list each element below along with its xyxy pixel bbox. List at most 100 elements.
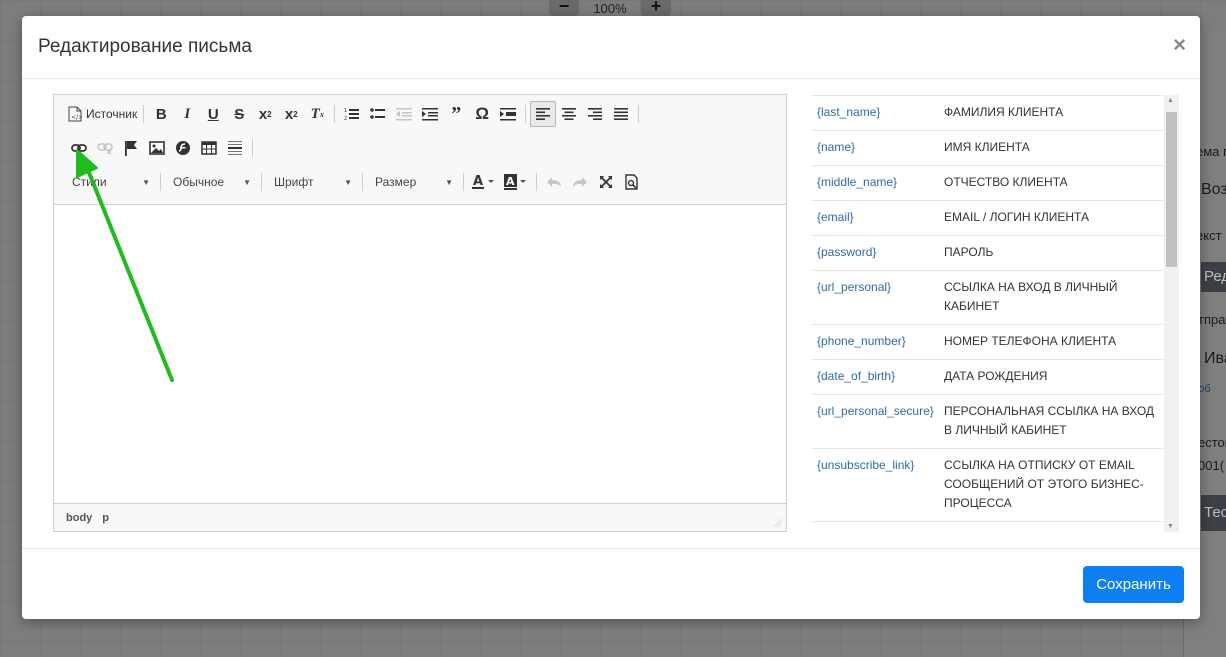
variable-description: ПЕРСОНАЛЬНАЯ ССЫЛКА НА ВХОД В ЛИЧНЫЙ КАБ…	[939, 394, 1163, 449]
horizontal-rule-icon[interactable]	[222, 135, 248, 161]
scroll-up-icon[interactable]: ▲	[1167, 97, 1174, 104]
align-justify-icon[interactable]	[608, 101, 634, 127]
subscript-icon[interactable]: x2	[252, 101, 278, 127]
edit-letter-modal: Редактирование письма × </> Источник B I…	[22, 16, 1200, 619]
variable-description: ФАМИЛИЯ КЛИЕНТА	[939, 95, 1163, 131]
variable-key[interactable]: {date_of_birth}	[812, 359, 939, 395]
source-button[interactable]: </> Источник	[66, 101, 139, 127]
font-combo[interactable]: Шрифт ▼	[266, 170, 358, 194]
source-icon: </>	[68, 106, 82, 122]
modal-header: Редактирование письма ×	[22, 16, 1200, 79]
bold-icon[interactable]: B	[148, 101, 174, 127]
svg-text:A: A	[473, 174, 483, 189]
toolbar-separator	[143, 105, 145, 123]
variable-description: ТЕКУЩАЯ ДАТА	[939, 521, 1163, 532]
resize-handle-icon[interactable]	[773, 518, 782, 527]
toolbar-separator	[261, 173, 262, 191]
variable-description: ИМЯ КЛИЕНТА	[939, 130, 1163, 166]
variable-description: ДАТА РОЖДЕНИЯ	[939, 359, 1163, 395]
size-combo-label: Размер	[375, 175, 417, 189]
font-combo-label: Шрифт	[274, 175, 314, 189]
unlink-icon[interactable]	[92, 135, 118, 161]
chevron-down-icon: ▼	[344, 177, 352, 187]
scroll-down-icon[interactable]: ▼	[1167, 523, 1174, 530]
element-path-body[interactable]: body	[66, 512, 92, 524]
align-right-icon[interactable]	[582, 101, 608, 127]
superscript-icon[interactable]: x2	[278, 101, 304, 127]
toolbar-row-1: </> Источник B I U S x2 x2 Tx 12 ” Ω	[66, 101, 643, 127]
special-char-icon[interactable]: Ω	[469, 101, 495, 127]
variable-key[interactable]: {email}	[812, 200, 939, 236]
bg-panel-text: ема п	[1196, 144, 1226, 159]
variables-scrollbar[interactable]: ▲ ▼	[1164, 95, 1179, 532]
variable-key[interactable]: {today}	[812, 521, 939, 532]
size-combo[interactable]: Размер ▼	[367, 170, 459, 194]
numbered-list-icon[interactable]: 12	[339, 101, 365, 127]
svg-text:1: 1	[344, 108, 347, 114]
save-button[interactable]: Сохранить	[1083, 566, 1184, 603]
table-row: {name} ИМЯ КЛИЕНТА	[812, 130, 1163, 166]
editor-content-area[interactable]	[54, 205, 786, 503]
toolbar-row-3: Стили ▼ Обычное ▼ Шрифт ▼ Размер ▼ A A	[64, 169, 645, 195]
chevron-down-icon: ▼	[243, 177, 251, 187]
format-combo[interactable]: Обычное ▼	[165, 170, 257, 194]
bg-panel-text: тпра	[1198, 312, 1226, 327]
bulleted-list-icon[interactable]	[365, 101, 391, 127]
table-row: {email} EMAIL / ЛОГИН КЛИЕНТА	[812, 200, 1163, 236]
variable-key[interactable]: {url_personal}	[812, 270, 939, 325]
toolbar-separator	[638, 105, 640, 123]
preview-icon[interactable]	[619, 169, 645, 195]
table-row: {phone_number} НОМЕР ТЕЛЕФОНА КЛИЕНТА	[812, 324, 1163, 360]
format-combo-label: Обычное	[173, 175, 225, 189]
toolbar-separator	[463, 173, 464, 191]
strikethrough-icon[interactable]: S	[226, 101, 252, 127]
variable-description: НОМЕР ТЕЛЕФОНА КЛИЕНТА	[939, 324, 1163, 360]
zoom-level: 100%	[593, 0, 627, 16]
variable-key[interactable]: {phone_number}	[812, 324, 939, 360]
indent-icon[interactable]	[417, 101, 443, 127]
undo-icon[interactable]	[541, 169, 567, 195]
table-row: {url_personal} ССЫЛКА НА ВХОД В ЛИЧНЫЙ КА…	[812, 270, 1163, 325]
maximize-icon[interactable]	[593, 169, 619, 195]
variable-description: ПАРОЛЬ	[939, 235, 1163, 271]
variable-key[interactable]: {name}	[812, 130, 939, 166]
redo-icon[interactable]	[567, 169, 593, 195]
toolbar-separator	[252, 139, 253, 157]
outdent-icon[interactable]	[391, 101, 417, 127]
zoom-out-button[interactable]: −	[549, 0, 579, 16]
variable-key[interactable]: {middle_name}	[812, 165, 939, 201]
scrollbar-thumb[interactable]	[1166, 112, 1177, 267]
underline-icon[interactable]: U	[200, 101, 226, 127]
flash-icon[interactable]	[170, 135, 196, 161]
rich-text-editor: </> Источник B I U S x2 x2 Tx 12 ” Ω Сти…	[53, 94, 787, 532]
variable-key[interactable]: {last_name}	[812, 95, 939, 131]
table-icon[interactable]	[196, 135, 222, 161]
link-icon[interactable]	[66, 135, 92, 161]
bg-panel-text: естов	[1198, 435, 1226, 450]
table-row: {last_name} ФАМИЛИЯ КЛИЕНТА	[812, 95, 1163, 131]
italic-icon[interactable]: I	[174, 101, 200, 127]
variable-key[interactable]: {url_personal_secure}	[812, 394, 939, 449]
variables-panel: {last_name} ФАМИЛИЯ КЛИЕНТА {name} ИМЯ КЛИЕ…	[812, 95, 1179, 532]
close-icon[interactable]: ×	[1173, 32, 1186, 58]
table-row: {url_personal_secure} ПЕРСОНАЛЬНАЯ ССЫЛКА…	[812, 394, 1163, 449]
element-path-p[interactable]: p	[102, 512, 109, 524]
toolbar-separator	[160, 173, 161, 191]
paragraph-block-icon[interactable]	[495, 101, 521, 127]
blockquote-icon[interactable]: ”	[443, 101, 469, 127]
styles-combo[interactable]: Стили ▼	[64, 170, 156, 194]
variable-key[interactable]: {password}	[812, 235, 939, 271]
align-center-icon[interactable]	[556, 101, 582, 127]
anchor-flag-icon[interactable]	[118, 135, 144, 161]
remove-format-icon[interactable]: Tx	[304, 101, 330, 127]
align-left-icon[interactable]	[530, 101, 557, 127]
zoom-in-button[interactable]: +	[641, 0, 671, 16]
variable-description: ССЫЛКА НА ВХОД В ЛИЧНЫЙ КАБИНЕТ	[939, 270, 1163, 325]
toolbar-separator	[525, 105, 527, 123]
variable-key[interactable]: {unsubscribe_link}	[812, 448, 939, 522]
background-color-icon[interactable]: A	[500, 169, 532, 195]
text-color-icon[interactable]: A	[468, 169, 500, 195]
chevron-down-icon: ▼	[445, 177, 453, 187]
image-icon[interactable]	[144, 135, 170, 161]
table-row: {password} ПАРОЛЬ	[812, 235, 1163, 271]
